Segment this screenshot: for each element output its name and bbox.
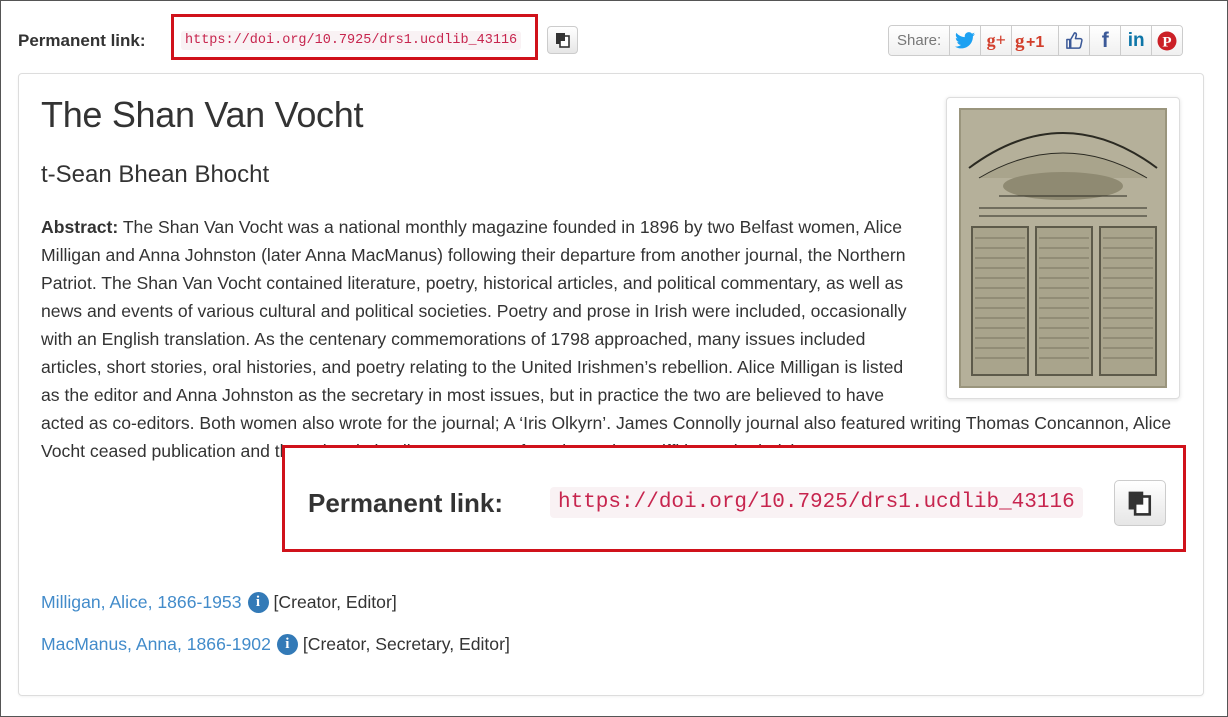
linkedin-icon: in	[1127, 29, 1145, 51]
svg-text:+1: +1	[1026, 34, 1044, 51]
copy-icon	[1128, 491, 1152, 516]
creator-roles: [Creator, Secretary, Editor]	[302, 634, 510, 654]
share-label: Share:	[889, 26, 951, 55]
creator-roles: [Creator, Editor]	[273, 592, 397, 612]
pinterest-share-button[interactable]: P	[1152, 26, 1183, 55]
zoomed-copy-link-button[interactable]	[1114, 480, 1166, 526]
thumbnail-spacer	[913, 213, 1181, 401]
facebook-icon: f	[1101, 28, 1109, 52]
facebook-share-button[interactable]: f	[1090, 26, 1122, 55]
info-icon[interactable]: i	[247, 592, 269, 613]
creator-row: Milligan, Alice, 1866-1953 i [Creator, E…	[41, 592, 397, 613]
info-icon[interactable]: i	[276, 634, 298, 655]
svg-text:g: g	[1015, 31, 1025, 51]
zoomed-permalink-url[interactable]: https://doi.org/10.7925/drs1.ucdlib_4311…	[550, 487, 1083, 518]
abstract: Abstract: The Shan Van Vocht was a natio…	[41, 213, 1181, 465]
pinterest-icon: P	[1157, 31, 1177, 50]
permalink-bar: Permanent link:	[18, 26, 146, 56]
share-bar: Share: g+ g +1 f in P	[888, 25, 1184, 56]
copy-link-button[interactable]	[547, 26, 578, 54]
linkedin-share-button[interactable]: in	[1121, 26, 1153, 55]
google-plus-icon: g+	[986, 30, 1006, 50]
google-plus-one-icon: g +1	[1015, 31, 1044, 51]
creator-row: MacManus, Anna, 1866-1902 i [Creator, Se…	[41, 634, 510, 655]
permalink-url[interactable]: https://doi.org/10.7925/drs1.ucdlib_4311…	[181, 31, 522, 50]
thumbs-up-icon	[1065, 32, 1083, 49]
record-subtitle: t-Sean Bhean Bhocht	[41, 161, 270, 188]
zoomed-permalink-label: Permanent link:	[308, 488, 504, 518]
creator-link[interactable]: Milligan, Alice, 1866-1953	[41, 592, 242, 613]
svg-text:P: P	[1163, 34, 1172, 50]
permalink-label: Permanent link:	[18, 31, 146, 50]
google-plus-share-button[interactable]: g+	[981, 26, 1013, 55]
twitter-share-button[interactable]	[950, 26, 982, 55]
copy-icon	[555, 33, 570, 48]
like-button[interactable]	[1059, 26, 1091, 55]
creator-link[interactable]: MacManus, Anna, 1866-1902	[41, 634, 271, 655]
google-plus-one-button[interactable]: g +1	[1012, 26, 1060, 55]
abstract-label: Abstract:	[41, 217, 119, 237]
record-title: The Shan Van Vocht	[41, 94, 364, 135]
twitter-icon	[955, 32, 976, 49]
